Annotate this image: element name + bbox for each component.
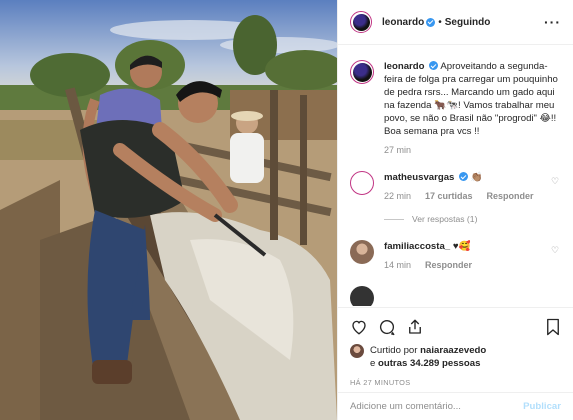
caption-time[interactable]: 27 min <box>384 144 411 157</box>
caption-text: Aproveitando a segunda-feira de folga pr… <box>384 61 558 137</box>
add-comment-bar: Publicar <box>338 392 573 420</box>
post-header: leonardo • Seguindo ··· <box>338 0 573 45</box>
view-replies-label: Ver respostas (1) <box>412 214 478 224</box>
post-timestamp[interactable]: HÁ 27 MINUTOS <box>350 378 561 387</box>
comment-text: ♥🥰 <box>452 241 471 252</box>
comment-heart-icon[interactable]: ♡ <box>551 244 561 272</box>
verified-icon <box>426 17 436 27</box>
commenter-avatar[interactable] <box>350 240 374 264</box>
follow-status-button[interactable]: Seguindo <box>445 17 491 28</box>
comment-item-partial <box>350 286 561 306</box>
comment-time[interactable]: 14 min <box>384 259 411 272</box>
share-icon[interactable] <box>406 318 424 336</box>
commenter-username[interactable]: familiaccosta_ <box>384 241 450 252</box>
likes-prefix: Curtido por <box>370 345 418 356</box>
caption: leonardo Aproveitando a segunda-feira de… <box>350 60 561 157</box>
photo-illustration <box>0 0 337 420</box>
likes-connector: e <box>370 358 376 369</box>
comment-input[interactable] <box>350 401 524 412</box>
verified-icon <box>459 172 469 181</box>
comments-list[interactable]: leonardo Aproveitando a segunda-feira de… <box>338 46 573 306</box>
comment-likes[interactable]: 17 curtidas <box>425 190 473 203</box>
post-sidebar: leonardo • Seguindo ··· leonardo Aprovei… <box>337 0 573 420</box>
heart-icon[interactable] <box>350 318 368 336</box>
view-replies-button[interactable]: Ver respostas (1) <box>384 213 545 226</box>
comment-time[interactable]: 22 min <box>384 190 411 203</box>
comment-item: matheusvargas 👏🏽 22 min 17 curtidas Resp… <box>350 171 561 226</box>
comment-item: familiaccosta_ ♥🥰 14 min Responder ♡ <box>350 240 561 272</box>
liker-avatar[interactable] <box>350 344 364 358</box>
publish-button[interactable]: Publicar <box>523 401 561 412</box>
instagram-post: leonardo • Seguindo ··· leonardo Aprovei… <box>0 0 573 420</box>
caption-username[interactable]: leonardo <box>384 61 425 72</box>
reply-button[interactable]: Responder <box>425 259 472 272</box>
comment-heart-icon[interactable]: ♡ <box>551 175 561 226</box>
comment-icon[interactable] <box>378 318 396 336</box>
reply-button[interactable]: Responder <box>487 190 534 203</box>
replies-divider <box>384 219 404 220</box>
likes-others[interactable]: outras 34.289 pessoas <box>378 358 480 369</box>
more-icon[interactable]: ··· <box>544 14 561 30</box>
header-separator: • <box>438 16 442 28</box>
post-photo[interactable] <box>0 0 337 420</box>
bookmark-icon[interactable] <box>545 318 561 336</box>
verified-icon <box>429 61 439 70</box>
post-actions: Curtido por naiaraazevedo e outras 34.28… <box>338 307 573 387</box>
author-avatar[interactable] <box>350 11 372 33</box>
commenter-username[interactable]: matheusvargas <box>384 172 454 183</box>
commenter-avatar[interactable] <box>350 171 374 195</box>
author-username[interactable]: leonardo <box>382 17 424 28</box>
likes-summary: Curtido por naiaraazevedo e outras 34.28… <box>350 344 561 370</box>
commenter-avatar[interactable] <box>350 286 374 306</box>
comment-text: 👏🏽 <box>470 172 483 183</box>
liker-username[interactable]: naiaraazevedo <box>420 345 486 356</box>
caption-avatar[interactable] <box>350 60 374 84</box>
